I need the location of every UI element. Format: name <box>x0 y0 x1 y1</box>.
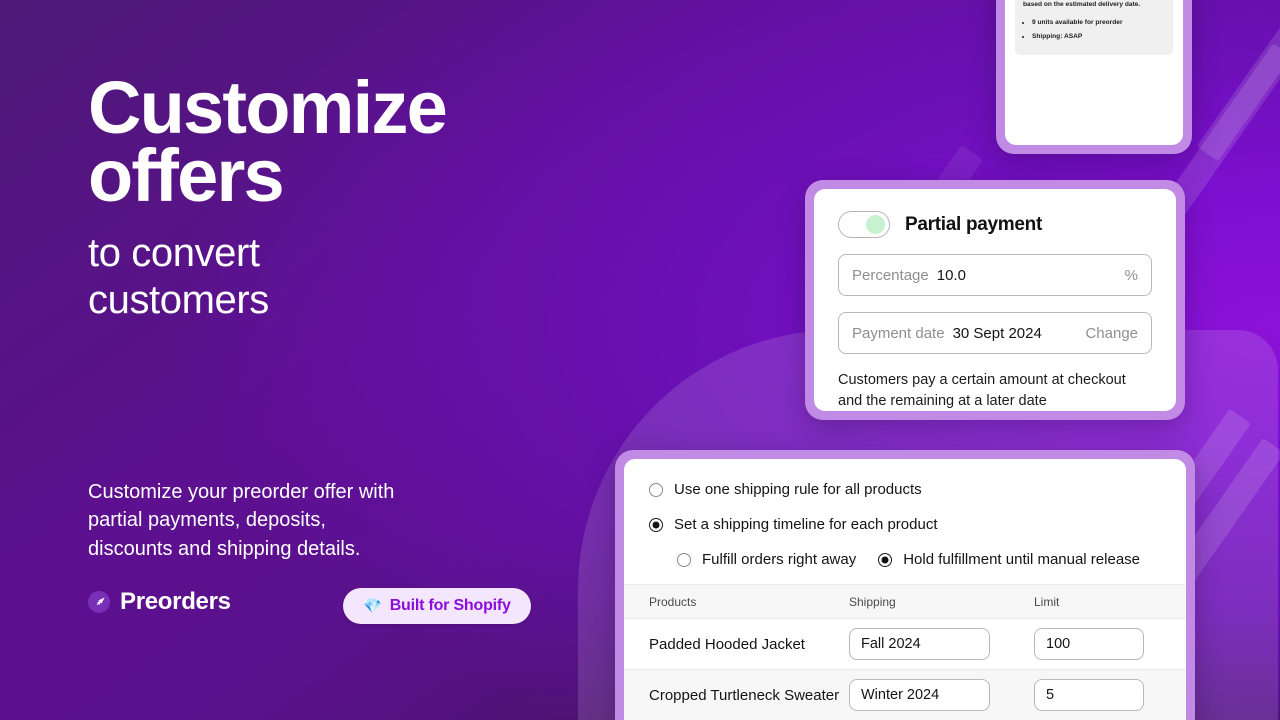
table-header-row: Products Shipping Limit <box>624 584 1186 619</box>
radio-selected-icon[interactable] <box>878 552 893 567</box>
list-item: 9 units available for preorder <box>1032 17 1165 29</box>
hero-subheadline: to convert customers <box>88 230 558 324</box>
column-header-shipping: Shipping <box>849 584 1034 619</box>
percentage-value: 10.0 <box>936 266 966 284</box>
hero-description-line-3: discounts and shipping details. <box>88 537 361 560</box>
product-name: Padded Hooded Jacket <box>624 618 849 670</box>
built-for-shopify-badge: 💎 Built for Shopify <box>343 588 531 624</box>
hero-description: Customize your preorder offer with parti… <box>88 478 518 563</box>
product-name: Cropped Turtleneck Sweater <box>624 669 849 720</box>
preorder-info-panel: Note: This is a preorder. Items will shi… <box>1015 0 1173 55</box>
limit-cell: 5 <box>1034 669 1186 720</box>
preorder-widget-card: Pay 10% upfront and the remaining will b… <box>996 0 1192 154</box>
page-title: Customize offers <box>88 66 448 218</box>
table-row: Cropped Turtleneck Sweater Winter 2024 5 <box>624 669 1186 720</box>
promo-banner: Customize offers to convert customers Cu… <box>0 0 1280 720</box>
hero-subheadline-line-2: customers <box>88 278 269 323</box>
partial-payment-description: Customers pay a certain amount at checko… <box>838 372 1126 409</box>
column-header-products: Products <box>624 584 849 619</box>
percentage-field[interactable]: Percentage 10.0 % <box>838 254 1152 296</box>
partial-payment-header: Partial payment <box>838 211 1152 238</box>
gem-icon: 💎 <box>363 597 382 615</box>
change-payment-date-button[interactable]: Change <box>1085 325 1138 342</box>
table-row: Padded Hooded Jacket Fall 2024 100 <box>624 618 1186 670</box>
radio-label: Hold fulfillment until manual release <box>903 551 1141 568</box>
brand-lockup: Preorders <box>88 588 231 616</box>
payment-date-value: 30 Sept 2024 <box>952 324 1042 342</box>
shipping-cell: Winter 2024 <box>849 669 1034 720</box>
limit-input[interactable]: 5 <box>1034 679 1144 711</box>
preorder-info-heading: Note: This is a preorder. Items will shi… <box>1023 1 1141 9</box>
list-item: Shipping: ASAP <box>1032 31 1165 43</box>
payment-date-label: Payment date <box>852 324 945 342</box>
shipping-cell: Fall 2024 <box>849 618 1034 670</box>
hero-description-line-1: Customize your preorder offer with <box>88 481 395 503</box>
hero-description-line-2: partial payments, deposits, <box>88 509 326 532</box>
toggle-knob <box>866 215 885 234</box>
limit-cell: 100 <box>1034 618 1186 670</box>
fulfillment-sub-options: Fulfill orders right away Hold fulfillme… <box>677 551 1161 568</box>
shipping-input[interactable]: Winter 2024 <box>849 679 990 711</box>
built-for-shopify-label: Built for Shopify <box>389 597 511 614</box>
limit-input[interactable]: 100 <box>1034 628 1144 660</box>
partial-payment-toggle[interactable] <box>838 211 890 238</box>
radio-icon <box>649 482 663 497</box>
hero-subheadline-line-1: to convert <box>88 231 260 276</box>
radio-label: Set a shipping timeline for each product <box>674 516 938 533</box>
radio-label: Use one shipping rule for all products <box>674 481 922 498</box>
products-table: Products Shipping Limit Padded Hooded Ja… <box>624 584 1186 720</box>
radio-option-one-rule[interactable]: Use one shipping rule for all products <box>649 481 1161 498</box>
background-slash-2 <box>1196 0 1280 162</box>
shipping-rule-options: Use one shipping rule for all products S… <box>624 459 1186 584</box>
preorder-info-list: 9 units available for preorder Shipping:… <box>1032 17 1165 43</box>
shipping-input[interactable]: Fall 2024 <box>849 628 990 660</box>
shipping-rules-card: Use one shipping rule for all products S… <box>615 450 1195 720</box>
radio-option-per-product[interactable]: Set a shipping timeline for each product <box>649 516 1161 533</box>
payment-date-field[interactable]: Payment date 30 Sept 2024 Change <box>838 312 1152 354</box>
radio-label: Fulfill orders right away <box>702 551 857 568</box>
radio-icon[interactable] <box>677 552 691 567</box>
partial-payment-title: Partial payment <box>905 213 1042 235</box>
hero-text-block: Customize offers to convert customers <box>88 66 558 325</box>
percent-sign-icon: % <box>1124 266 1138 284</box>
column-header-limit: Limit <box>1034 584 1186 619</box>
partial-payment-card: Partial payment Percentage 10.0 % Paymen… <box>805 180 1185 420</box>
radio-selected-icon <box>649 517 663 532</box>
rocket-icon <box>88 591 110 613</box>
brand-name: Preorders <box>120 588 231 615</box>
percentage-label: Percentage <box>852 266 929 284</box>
